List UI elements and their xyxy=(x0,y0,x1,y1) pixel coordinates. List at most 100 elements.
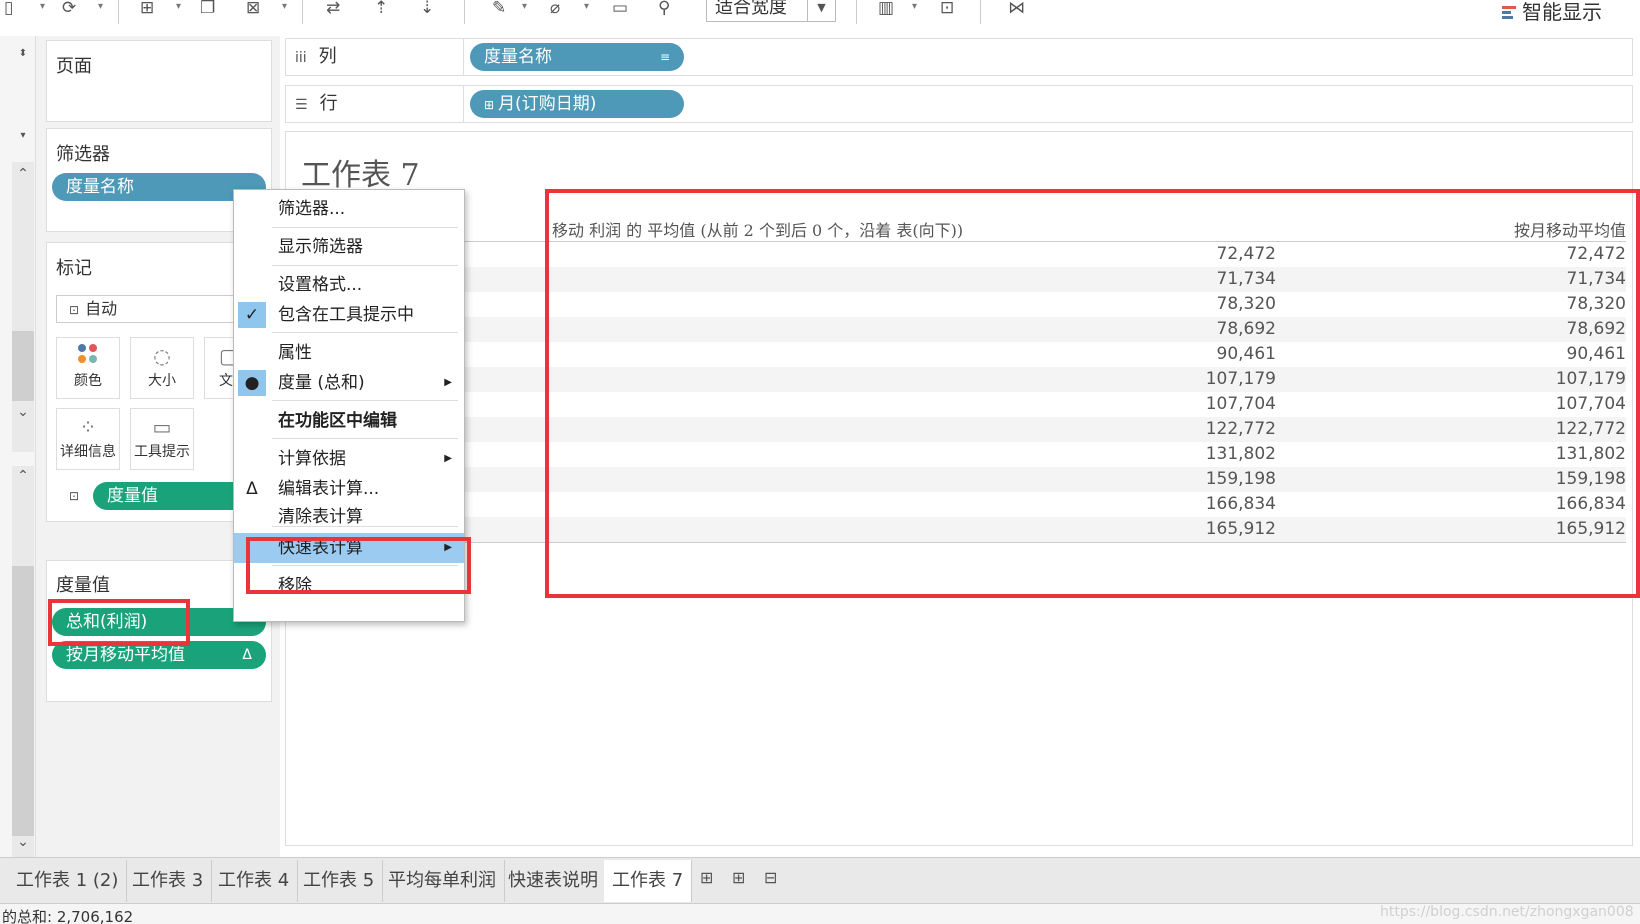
highlight-box-quick-calc xyxy=(246,537,471,594)
text-icon: ⊡ xyxy=(69,489,80,503)
measure-values-title: 度量值 xyxy=(56,575,110,596)
menu-item-compute-using[interactable]: 计算依据 ▶ xyxy=(234,444,464,474)
clear-sheet-icon[interactable]: ⊠ xyxy=(246,0,260,20)
scroll-down-icon[interactable]: ⌄ xyxy=(13,404,33,420)
color-button[interactable]: 颜色 xyxy=(56,337,120,399)
check-icon: ✓ xyxy=(238,302,266,328)
menu-item-format[interactable]: 设置格式... xyxy=(234,270,464,300)
chevron-down-icon[interactable]: ▼ xyxy=(807,0,835,21)
new-story-icon[interactable]: ⊟ xyxy=(764,868,777,887)
mark-type-select[interactable]: ⊡ 自动 xyxy=(56,295,236,323)
save-icon[interactable]: ▯ xyxy=(4,0,13,20)
columns-shelf[interactable]: iii 列 度量名称 ≡ xyxy=(285,38,1633,76)
swap-icon[interactable]: ⇄ xyxy=(326,0,340,20)
chevron-down-icon[interactable]: ▾ xyxy=(282,0,287,14)
chevron-down-icon[interactable]: ▾ xyxy=(40,0,45,14)
delta-icon: Δ xyxy=(246,479,258,499)
highlight-icon[interactable]: ✎ xyxy=(492,0,506,20)
show-cards-icon[interactable]: ▥ xyxy=(878,0,894,20)
menu-item-label: 显示筛选器 xyxy=(278,237,363,257)
radio-dot-icon: ● xyxy=(238,370,266,396)
sheet-tab[interactable]: 快速表说明 xyxy=(500,860,607,902)
menu-separator xyxy=(272,227,458,228)
expand-icon: ⊞ xyxy=(484,98,495,112)
size-button[interactable]: ◌ 大小 xyxy=(130,337,194,399)
toolbar-separator xyxy=(118,0,119,24)
text-button-label: 文 xyxy=(219,373,233,389)
scrollbar-thumb[interactable] xyxy=(12,331,34,401)
columns-icon: iii xyxy=(295,50,307,66)
new-sheet-icon[interactable]: ⊞ xyxy=(140,0,154,20)
columns-pill-label: 度量名称 xyxy=(484,47,552,67)
pages-card[interactable]: 页面 xyxy=(46,40,272,122)
menu-item-filter[interactable]: 筛选器... xyxy=(234,194,464,224)
group-icon[interactable]: ⌀ xyxy=(550,0,560,20)
fit-width-select[interactable]: 适合宽度 ▼ xyxy=(706,0,836,22)
size-icon: ◌ xyxy=(153,344,171,368)
rows-shelf-label: ☰ 行 xyxy=(286,86,464,122)
new-dashboard-icon[interactable]: ⊞ xyxy=(732,868,745,887)
pin-icon[interactable]: ⚲ xyxy=(658,0,670,20)
sheet-tab[interactable]: 工作表 5 xyxy=(295,860,384,902)
smart-show-button[interactable]: 智能显示 xyxy=(1502,0,1602,25)
fit-width-label: 适合宽度 xyxy=(715,0,787,18)
scroll-up-icon[interactable]: ⌃ xyxy=(13,468,33,484)
refresh-icon[interactable]: ⟳ xyxy=(62,0,76,20)
chevron-down-icon[interactable]: ▾ xyxy=(584,0,589,14)
label-icon[interactable]: ▭ xyxy=(612,0,628,20)
sheet-tab[interactable]: 工作表 7 xyxy=(604,860,693,902)
menu-item-label: 筛选器... xyxy=(278,199,346,219)
sort-ascending-icon[interactable]: ⇡ xyxy=(374,0,388,20)
chevron-down-icon[interactable]: ▾ xyxy=(522,0,527,14)
sheet-tab[interactable]: 工作表 1 (2) xyxy=(8,860,128,902)
menu-item-attribute[interactable]: 属性 xyxy=(234,338,464,368)
detail-button[interactable]: ⁘ 详细信息 xyxy=(56,408,120,470)
sheet-tab[interactable]: 工作表 4 xyxy=(210,860,299,902)
submenu-arrow-icon: ▶ xyxy=(444,453,452,464)
size-button-label: 大小 xyxy=(148,373,176,389)
color-dots-icon xyxy=(57,338,119,370)
sheet-tab[interactable]: 工作表 3 xyxy=(124,860,213,902)
tooltip-button[interactable]: ▭ 工具提示 xyxy=(130,408,194,470)
menu-item-label: 在功能区中编辑 xyxy=(278,411,397,431)
chevron-down-icon[interactable]: ▾ xyxy=(98,0,103,14)
menu-separator xyxy=(272,438,458,439)
scroll-up-icon[interactable]: ⌃ xyxy=(13,166,33,182)
menu-item-include-tooltip[interactable]: ✓ 包含在工具提示中 xyxy=(234,300,464,330)
watermark: https://blog.csdn.net/zhongxgan008 xyxy=(1380,904,1634,920)
rows-shelf[interactable]: ☰ 行 ⊞ 月(订购日期) xyxy=(285,85,1633,123)
chevron-down-icon[interactable]: ▾ xyxy=(176,0,181,14)
chevron-down-icon[interactable]: ▾ xyxy=(912,0,917,14)
rows-pill-label: 月(订购日期) xyxy=(498,94,597,114)
columns-pill[interactable]: 度量名称 ≡ xyxy=(470,43,684,71)
rows-pill[interactable]: ⊞ 月(订购日期) xyxy=(470,90,684,118)
highlight-box-sum-profit xyxy=(48,599,190,646)
menu-item-clear-table-calc[interactable]: 清除表计算 xyxy=(234,502,464,532)
menu-item-measure-sum[interactable]: ● 度量 (总和) ▶ xyxy=(234,368,464,398)
new-sheet-icon[interactable]: ⊞ xyxy=(700,868,713,887)
tooltip-button-label: 工具提示 xyxy=(134,444,190,460)
mark-type-label: 自动 xyxy=(85,299,118,318)
sheet-tab[interactable]: 平均每单利润 xyxy=(380,860,505,902)
duplicate-sheet-icon[interactable]: ❐ xyxy=(200,0,215,20)
chevron-down-icon[interactable]: ▾ xyxy=(13,130,33,141)
menu-item-label: 编辑表计算... xyxy=(278,479,380,499)
sort-toggle-icon[interactable]: ⬍ xyxy=(13,48,33,59)
text-icon: ⊡ xyxy=(69,303,80,317)
menu-item-show-filter[interactable]: 显示筛选器 xyxy=(234,232,464,262)
columns-label: 列 xyxy=(318,46,337,67)
toolbar-separator xyxy=(856,0,857,24)
scrollbar-thumb[interactable] xyxy=(12,566,34,836)
menu-item-edit-in-shelf[interactable]: 在功能区中编辑 xyxy=(234,406,464,436)
menu-item-edit-table-calc[interactable]: Δ 编辑表计算... xyxy=(234,474,464,504)
toolbar-separator xyxy=(302,0,303,24)
menu-item-label: 度量 (总和) xyxy=(278,373,365,393)
color-button-label: 颜色 xyxy=(74,373,102,389)
tooltip-icon: ▭ xyxy=(152,415,172,439)
share-icon[interactable]: ⋈ xyxy=(1008,0,1025,20)
menu-item-label: 设置格式... xyxy=(278,275,363,295)
toolbar-separator xyxy=(464,0,465,24)
sort-descending-icon[interactable]: ⇣ xyxy=(420,0,434,20)
presentation-icon[interactable]: ⊡ xyxy=(940,0,954,20)
scroll-down-icon[interactable]: ⌄ xyxy=(13,834,33,850)
